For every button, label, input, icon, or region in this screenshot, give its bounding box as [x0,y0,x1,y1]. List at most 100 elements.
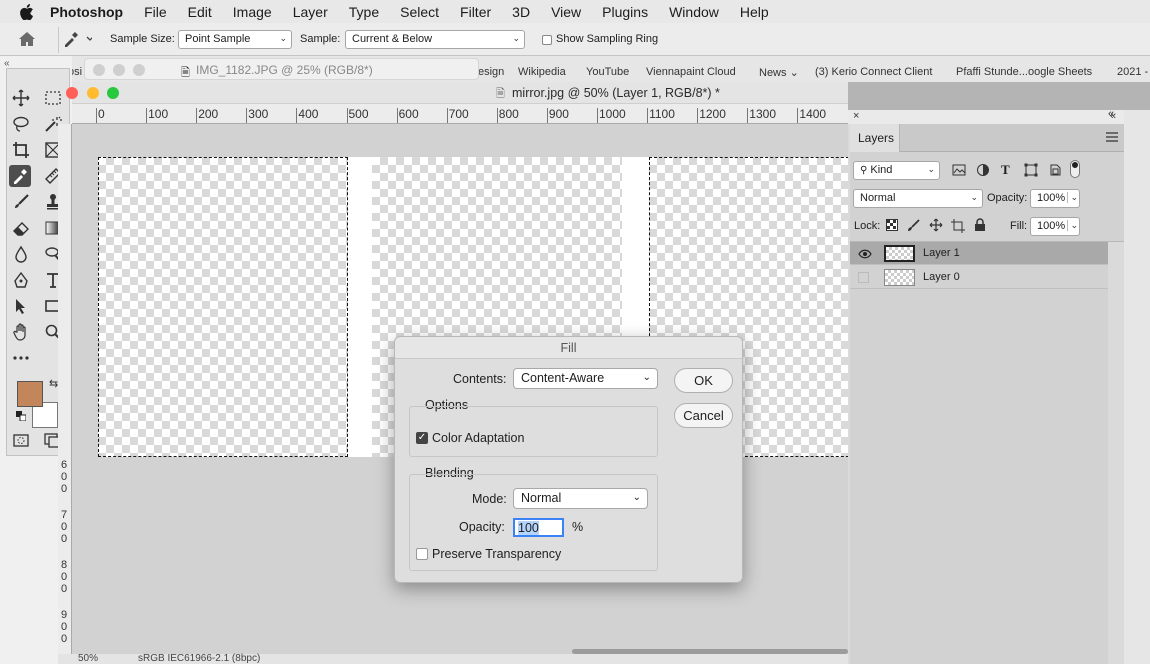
menu-3d[interactable]: 3D [512,4,530,20]
preserve-transparency-checkbox[interactable] [416,548,428,560]
window-close-icon[interactable] [93,64,105,76]
menu-layer[interactable]: Layer [293,4,328,20]
ruler-tick [597,108,598,123]
blend-mode-value: Normal [860,192,896,204]
filter-smart-object-icon[interactable] [1048,163,1062,180]
bookmark-pfaffi[interactable]: Pfaffi Stunde...oogle Sheets [956,66,1092,78]
chevron-down-icon[interactable]: ⌄ [1067,220,1078,231]
menu-image[interactable]: Image [233,4,272,20]
sample-select[interactable]: Current & Below ⌄ [345,30,525,49]
collapse-chevrons-icon[interactable]: « [1110,110,1116,122]
lock-image-pixels-icon[interactable] [907,219,920,235]
layers-scrollbar[interactable] [1108,242,1124,664]
opacity-input[interactable]: 100 [513,518,564,537]
move-tool-icon[interactable] [10,87,32,109]
layer-opacity-field[interactable]: 100% ⌄ [1030,189,1080,208]
marquee-tool-icon[interactable] [42,87,64,109]
tab-layers[interactable]: Layers [850,124,900,152]
bookmark-wikipedia[interactable]: Wikipedia [518,66,566,78]
bookmark-youtube[interactable]: YouTube [586,66,629,78]
layer-fill-field[interactable]: 100% ⌄ [1030,217,1080,236]
mode-select[interactable]: Normal ⌄ [513,488,648,509]
lock-artboard-icon[interactable] [951,219,965,236]
horizontal-ruler[interactable]: 0 100 200 300 400 500 600 700 800 900 1000 1100 1200… [72,104,848,124]
color-adaptation-label[interactable]: Color Adaptation [432,431,524,445]
document-title-bar[interactable]: 🗎 mirror.jpg @ 50% (Layer 1, RGB/8*) * [66,82,848,104]
ruler-tick [396,108,398,123]
menu-type[interactable]: Type [349,4,379,20]
lasso-tool-icon[interactable] [10,113,32,135]
color-adaptation-checkbox[interactable]: ✓ [416,432,428,444]
bookmark[interactable]: esign [478,66,504,78]
menu-edit[interactable]: Edit [188,4,212,20]
pen-tool-icon[interactable] [10,269,32,291]
cancel-button[interactable]: Cancel [674,403,733,428]
eyedropper-tool-icon[interactable] [9,165,31,187]
lock-transparent-pixels-icon[interactable] [886,219,898,234]
swap-colors-icon[interactable]: ⇆ [49,377,58,390]
sample-size-value: Point Sample [185,33,251,45]
filter-kind-select[interactable]: ⚲ Kind ⌄ [853,161,940,180]
window-zoom-icon[interactable] [133,64,145,76]
blur-tool-icon[interactable] [10,243,32,265]
lock-all-icon[interactable] [974,218,986,235]
bookmark-news[interactable]: News ⌄ [759,66,799,79]
filter-shape-icon[interactable] [1024,163,1038,180]
contents-select[interactable]: Content-Aware ⌄ [513,368,658,389]
hand-tool-icon[interactable] [10,321,32,343]
menu-filter[interactable]: Filter [460,4,491,20]
layer-name[interactable]: Layer 0 [923,271,960,283]
window-minimize-icon[interactable] [87,87,99,99]
menu-app-name[interactable]: Photoshop [50,4,123,20]
window-close-icon[interactable] [66,87,78,99]
bookmark-viennapaint[interactable]: Viennapaint Cloud [646,66,736,78]
eyedropper-preset-icon[interactable] [62,30,94,51]
window-zoom-icon[interactable] [107,87,119,99]
lock-position-icon[interactable] [929,218,943,235]
apple-icon[interactable] [18,3,36,20]
sample-size-select[interactable]: Point Sample ⌄ [178,30,292,49]
more-tools-icon[interactable] [10,347,32,369]
options-bar: Sample Size: Point Sample ⌄ Sample: Curre… [0,23,1150,56]
blend-mode-select[interactable]: Normal ⌄ [853,189,983,208]
layer-row-layer-0[interactable]: Layer 0 [850,266,1108,289]
menu-plugins[interactable]: Plugins [602,4,648,20]
menu-window[interactable]: Window [669,4,719,20]
filter-type-icon[interactable]: T [1001,162,1010,178]
menu-help[interactable]: Help [740,4,769,20]
background-document-window[interactable]: 🗎 IMG_1182.JPG @ 25% (RGB/8*) [84,58,479,80]
eye-visibility-icon[interactable] [858,248,872,262]
filter-adjustment-icon[interactable] [976,163,990,180]
quick-mask-icon[interactable] [10,429,32,451]
path-selection-tool-icon[interactable] [10,295,32,317]
window-minimize-icon[interactable] [113,64,125,76]
panel-menu-icon[interactable] [1106,131,1118,145]
menu-file[interactable]: File [144,4,167,20]
home-icon[interactable] [18,31,36,50]
visibility-toggle-empty[interactable] [858,272,869,283]
bookmark-kerio[interactable]: (3) Kerio Connect Client [815,66,932,78]
layer-name[interactable]: Layer 1 [923,247,960,259]
eraser-tool-icon[interactable] [10,217,32,239]
menu-view[interactable]: View [551,4,581,20]
show-sampling-ring-checkbox[interactable] [542,35,552,45]
color-profile[interactable]: sRGB IEC61966-2.1 (8bpc) [138,654,260,664]
foreground-color-swatch[interactable] [17,381,43,407]
filter-pixel-icon[interactable] [952,163,966,179]
chevron-down-icon[interactable]: ⌄ [1067,192,1078,203]
layer-fill-value: 100% [1037,220,1066,232]
close-icon[interactable]: × [853,110,859,122]
default-colors-icon[interactable] [16,410,27,422]
ruler-tick [146,108,148,123]
filter-toggle-switch[interactable] [1070,160,1080,178]
crop-tool-icon[interactable] [10,139,32,161]
zoom-level[interactable]: 50% [78,654,98,664]
status-bar: 50% sRGB IEC61966-2.1 (8bpc) [58,654,848,664]
bookmark-2021[interactable]: 2021 - [1117,66,1148,78]
layer-row-layer-1[interactable]: Layer 1 [850,242,1108,265]
brush-tool-icon[interactable] [10,191,32,213]
vertical-ruler[interactable]: 600700800900 [58,124,72,654]
menu-select[interactable]: Select [400,4,439,20]
ok-button[interactable]: OK [674,368,733,393]
preserve-transparency-label[interactable]: Preserve Transparency [432,547,561,561]
